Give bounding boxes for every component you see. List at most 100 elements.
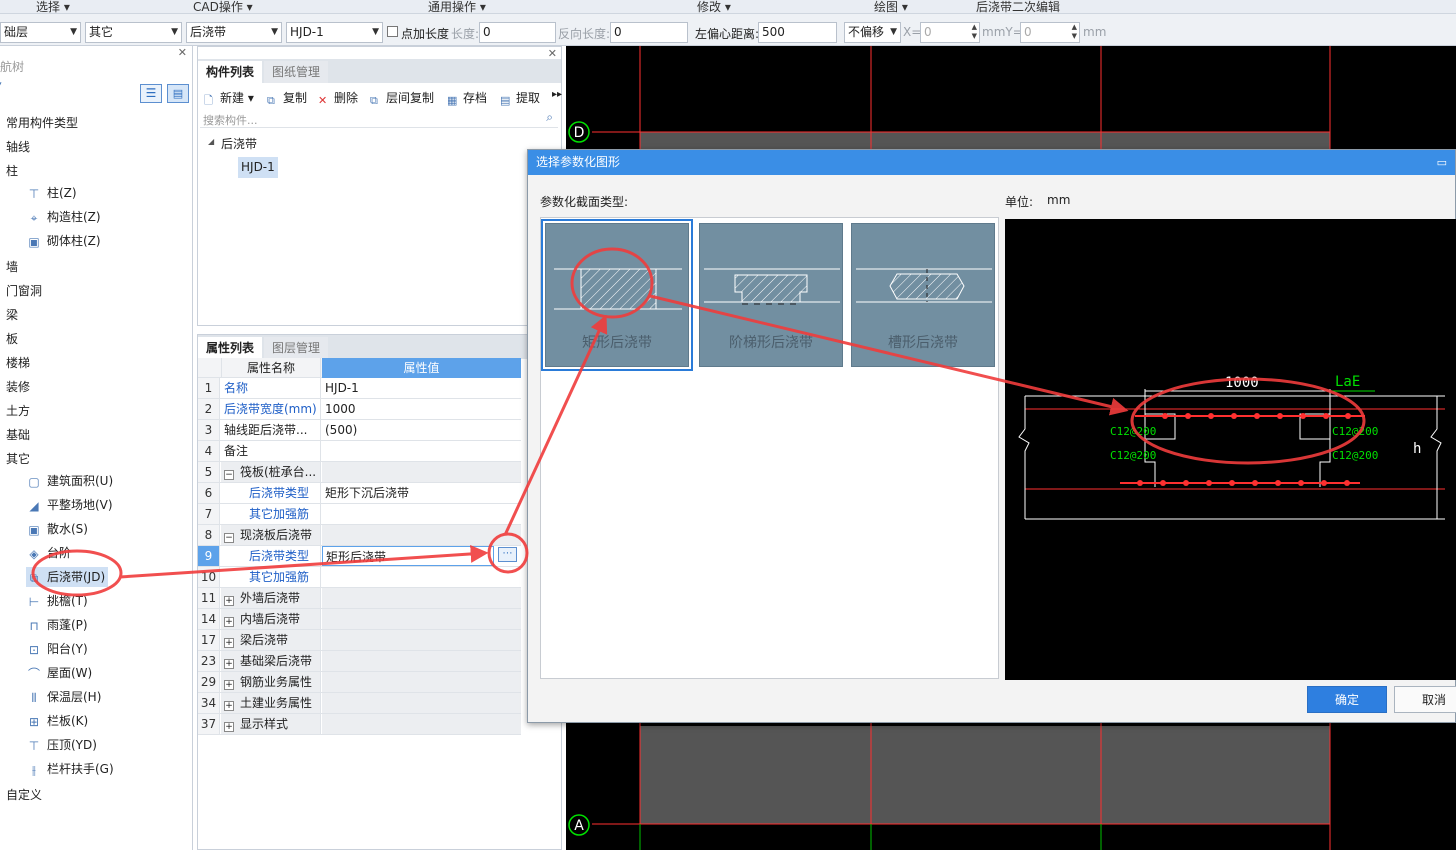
property-value[interactable]: HJD-1 bbox=[322, 378, 521, 398]
y-input[interactable]: 0 ▲ ▼ bbox=[1020, 22, 1080, 43]
archive-button[interactable]: ▦ 存档 bbox=[447, 89, 487, 107]
ok-button[interactable]: 确定 bbox=[1307, 686, 1387, 713]
nav-item-masonry-column[interactable]: ▣ 砌体柱(Z) bbox=[26, 231, 100, 251]
nav-category[interactable]: 装修 bbox=[6, 378, 30, 395]
close-icon[interactable]: ✕ bbox=[178, 46, 187, 59]
property-value[interactable]: 矩形下沉后浇带 bbox=[322, 483, 521, 503]
maximize-icon[interactable]: ▭ bbox=[1437, 150, 1447, 175]
property-row[interactable]: 14 + 内墙后浇带 bbox=[198, 609, 521, 630]
tree-item-hjd1[interactable]: HJD-1 bbox=[238, 157, 278, 178]
length-input[interactable]: 0 bbox=[479, 22, 556, 43]
nav-category[interactable]: 墙 bbox=[6, 258, 18, 275]
nav-category[interactable]: 楼梯 bbox=[6, 354, 30, 371]
add-length-checkbox[interactable] bbox=[387, 26, 398, 37]
property-value[interactable] bbox=[322, 525, 521, 545]
property-row[interactable]: 23 + 基础梁后浇带 bbox=[198, 651, 521, 672]
expand-icon[interactable]: + bbox=[224, 701, 234, 711]
menu-cad-ops[interactable]: CAD操作 ▾ bbox=[193, 0, 253, 15]
category-select[interactable]: 其它 ▼ bbox=[85, 22, 182, 43]
cancel-button[interactable]: 取消 bbox=[1394, 686, 1456, 713]
nav-item-parapet[interactable]: ⊞ 栏板(K) bbox=[26, 711, 88, 731]
property-value[interactable] bbox=[322, 693, 521, 713]
property-value[interactable] bbox=[322, 651, 521, 671]
nav-item-apron[interactable]: ▣ 散水(S) bbox=[26, 519, 88, 539]
nav-item-site[interactable]: ◢ 平整场地(V) bbox=[26, 495, 112, 515]
type-select[interactable]: 后浇带 ▼ bbox=[186, 22, 282, 43]
property-value[interactable] bbox=[322, 441, 521, 461]
expand-arrow-icon[interactable]: ◢ bbox=[208, 137, 214, 146]
expand-icon[interactable]: + bbox=[224, 680, 234, 690]
nav-item-railing[interactable]: ⫲ 栏杆扶手(G) bbox=[26, 759, 114, 779]
collapse-arrow-icon[interactable]: ▾ bbox=[0, 80, 2, 90]
property-row[interactable]: 37 + 显示样式 bbox=[198, 714, 521, 735]
nav-category[interactable]: 其它 bbox=[6, 450, 30, 467]
expand-icon[interactable]: + bbox=[224, 638, 234, 648]
component-search[interactable]: 搜索构件... ⌕ bbox=[200, 110, 558, 128]
property-value[interactable] bbox=[322, 462, 521, 482]
property-row[interactable]: 8− 现浇板后浇带 bbox=[198, 525, 521, 546]
nav-item-insulation[interactable]: ⫴ 保温层(H) bbox=[26, 687, 101, 707]
search-icon[interactable]: ⌕ bbox=[546, 110, 553, 125]
property-value[interactable] bbox=[322, 714, 521, 734]
property-row[interactable]: 6 后浇带类型 矩形下沉后浇带 bbox=[198, 483, 521, 504]
property-row[interactable]: 1 名称 HJD-1 bbox=[198, 378, 521, 399]
nav-item-step[interactable]: ◈ 台阶 bbox=[26, 543, 71, 563]
property-row[interactable]: 7 其它加强筋 bbox=[198, 504, 521, 525]
property-value[interactable] bbox=[322, 504, 521, 524]
x-input[interactable]: 0 ▲ ▼ bbox=[920, 22, 980, 43]
property-value[interactable]: 1000 bbox=[322, 399, 521, 419]
nav-category[interactable]: 常用构件类型 bbox=[6, 114, 78, 131]
expand-icon[interactable]: + bbox=[224, 617, 234, 627]
property-row[interactable]: 5− 筏板(桩承台... bbox=[198, 462, 521, 483]
property-row[interactable]: 4 备注 bbox=[198, 441, 521, 462]
menu-post-pour-edit[interactable]: 后浇带二次编辑 bbox=[976, 0, 1060, 15]
y-spinner-icon[interactable]: ▲ ▼ bbox=[1072, 23, 1077, 41]
shape-stepped-post-pour[interactable]: 阶梯形后浇带 bbox=[699, 223, 843, 367]
nav-item-balcony[interactable]: ⊡ 阳台(Y) bbox=[26, 639, 88, 659]
expand-icon[interactable]: + bbox=[224, 722, 234, 732]
menu-modify[interactable]: 修改 ▾ bbox=[697, 0, 731, 15]
reverse-length-input[interactable]: 0 bbox=[610, 22, 688, 43]
menu-general-ops[interactable]: 通用操作 ▾ bbox=[428, 0, 486, 15]
property-row[interactable]: 2 后浇带宽度(mm) 1000 bbox=[198, 399, 521, 420]
nav-category[interactable]: 门窗洞 bbox=[6, 282, 42, 299]
property-value[interactable] bbox=[322, 609, 521, 629]
extract-button[interactable]: ▤ 提取 bbox=[500, 89, 540, 107]
element-select[interactable]: HJD-1 ▼ bbox=[286, 22, 383, 43]
close-icon[interactable]: ✕ bbox=[548, 47, 557, 60]
x-spinner-icon[interactable]: ▲ ▼ bbox=[972, 23, 977, 41]
property-value[interactable] bbox=[322, 567, 521, 587]
property-row[interactable]: 29 + 钢筋业务属性 bbox=[198, 672, 521, 693]
new-button[interactable]: 🗋 新建 ▾ bbox=[204, 89, 254, 107]
nav-category[interactable]: 轴线 bbox=[6, 138, 30, 155]
collapse-icon[interactable]: − bbox=[224, 470, 234, 480]
tab-drawing-manage[interactable]: 图纸管理 bbox=[264, 61, 329, 83]
nav-item-area[interactable]: ▢ 建筑面积(U) bbox=[26, 471, 113, 491]
shape-rect-post-pour[interactable]: 矩形后浇带 bbox=[541, 219, 693, 371]
property-row[interactable]: 9 后浇带类型 矩形后浇带 bbox=[198, 546, 521, 567]
menu-draw[interactable]: 绘图 ▾ bbox=[874, 0, 908, 15]
property-row[interactable]: 3 轴线距后浇带... (500) bbox=[198, 420, 521, 441]
nav-item-column[interactable]: ⊤ 柱(Z) bbox=[26, 183, 77, 203]
floor-copy-button[interactable]: ⧉ 层间复制 bbox=[370, 89, 434, 107]
property-value[interactable] bbox=[322, 630, 521, 650]
expand-icon[interactable]: + bbox=[224, 596, 234, 606]
nav-item-canopy[interactable]: ⊓ 雨蓬(P) bbox=[26, 615, 87, 635]
nav-item-construct-column[interactable]: ⌖ 构造柱(Z) bbox=[26, 207, 101, 227]
delete-button[interactable]: ✕ 删除 bbox=[318, 89, 358, 107]
collapse-icon[interactable]: − bbox=[224, 533, 234, 543]
property-value[interactable] bbox=[322, 672, 521, 692]
floor-select[interactable]: 础层 ▼ bbox=[0, 22, 81, 43]
nav-item-roof[interactable]: ⌒ 屋面(W) bbox=[26, 663, 92, 683]
property-value[interactable]: (500) bbox=[322, 420, 521, 440]
tab-layer-manage[interactable]: 图层管理 bbox=[264, 337, 329, 359]
nav-item-post-pour[interactable]: ⧉ 后浇带(JD) bbox=[26, 567, 109, 587]
nav-item-coping[interactable]: ⊤ 压顶(YD) bbox=[26, 735, 97, 755]
property-value-editing[interactable]: 矩形后浇带 bbox=[322, 546, 494, 566]
property-row[interactable]: 17 + 梁后浇带 bbox=[198, 630, 521, 651]
tab-property-list[interactable]: 属性列表 bbox=[198, 337, 263, 359]
nav-category[interactable]: 自定义 bbox=[6, 786, 42, 803]
property-row[interactable]: 10 其它加强筋 bbox=[198, 567, 521, 588]
menu-select[interactable]: 选择 ▾ bbox=[36, 0, 70, 15]
property-value[interactable] bbox=[322, 588, 521, 608]
